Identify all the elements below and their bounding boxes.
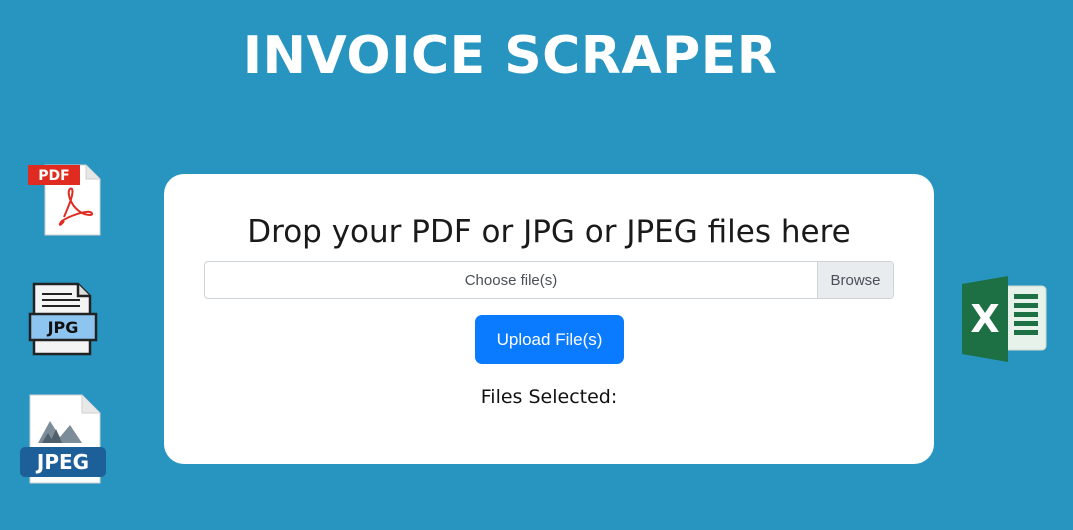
excel-icon: X [960,276,1048,362]
svg-text:PDF: PDF [38,168,69,184]
page-title: INVOICE SCRAPER [242,26,778,86]
svg-text:JPEG: JPEG [35,450,89,474]
file-input[interactable]: Choose file(s) Browse [204,261,894,299]
svg-text:X: X [970,297,999,341]
files-selected-label: Files Selected: [480,386,618,408]
jpeg-file-icon: JPEG [20,393,106,485]
upload-files-button[interactable]: Upload File(s) [475,315,624,364]
file-input-placeholder[interactable]: Choose file(s) [205,262,817,298]
drop-zone-heading: Drop your PDF or JPG or JPEG files here [247,214,851,250]
jpg-file-icon: JPG [28,282,100,358]
upload-card: Drop your PDF or JPG or JPEG files here … [164,174,934,464]
browse-button[interactable]: Browse [817,262,893,298]
svg-text:JPG: JPG [47,318,79,337]
pdf-file-icon: PDF [28,163,102,237]
